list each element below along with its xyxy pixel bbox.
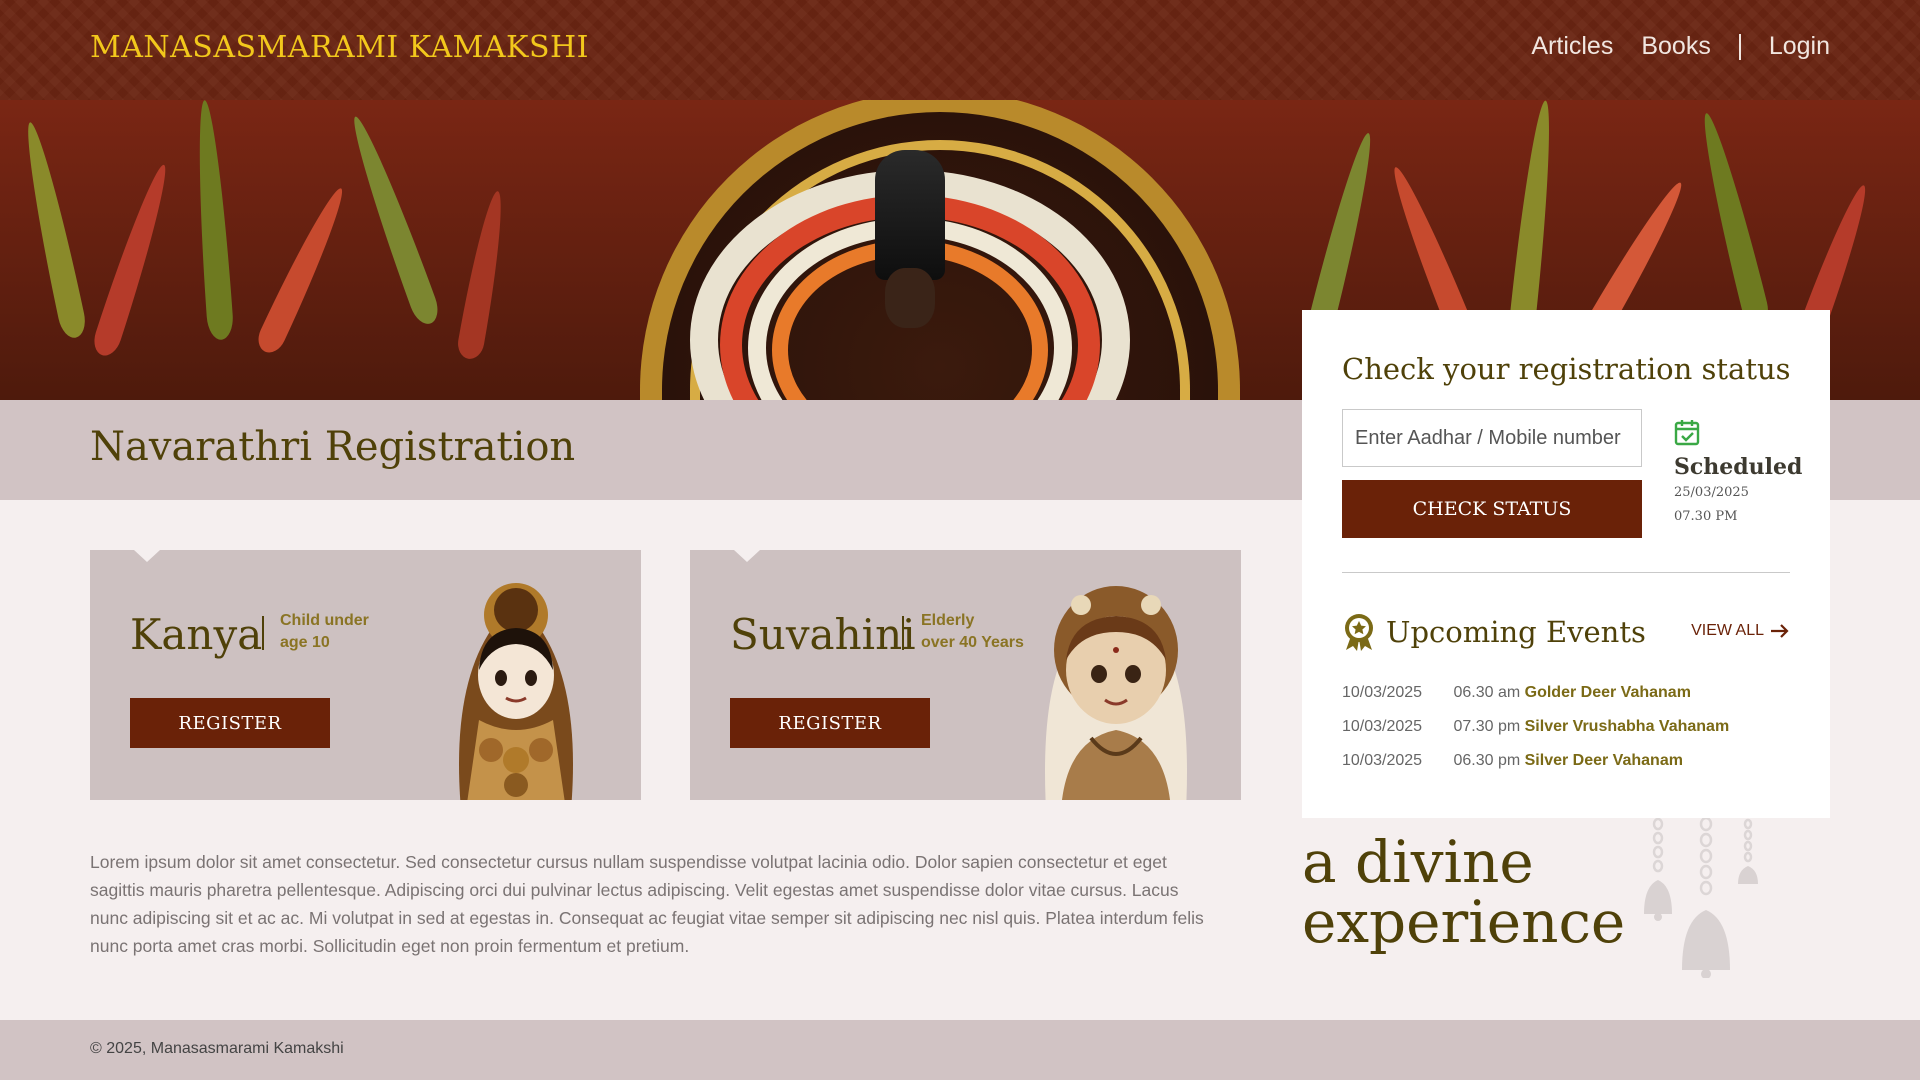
event-date: 10/03/2025 <box>1342 752 1423 769</box>
arrow-right-icon <box>1771 624 1789 638</box>
event-time: 06.30 am <box>1453 684 1521 701</box>
event-time: 06.30 pm <box>1453 752 1521 769</box>
main-nav: Articles Books Login <box>1531 32 1830 61</box>
description-text: Lorem ipsum dolor sit amet consectetur. … <box>90 852 1204 956</box>
card-subtitle-line1: Child under <box>280 612 369 629</box>
status-label: Scheduled <box>1674 454 1803 480</box>
tagline: a divine experience <box>1302 832 1625 952</box>
event-date: 10/03/2025 <box>1342 718 1423 735</box>
card-subtitle-line2: age 10 <box>280 634 330 651</box>
calendar-check-icon <box>1674 420 1700 446</box>
suvahini-register-button[interactable]: REGISTER <box>730 698 930 748</box>
events-title: Upcoming Events <box>1386 615 1646 649</box>
kanya-illustration <box>459 583 573 800</box>
suvahini-card: Suvahini Elderly over 40 Years REGISTER <box>690 550 1241 800</box>
card-notch <box>134 550 160 562</box>
site-footer: © 2025, Manasasmarami Kamakshi <box>0 1020 1920 1080</box>
check-status-button[interactable]: CHECK STATUS <box>1342 480 1642 538</box>
kanya-register-button[interactable]: REGISTER <box>130 698 330 748</box>
card-title: Kanya <box>130 610 263 659</box>
card-divider <box>262 616 264 650</box>
events-header: Upcoming Events <box>1342 612 1646 652</box>
registration-status-panel: Check your registration status CHECK STA… <box>1302 310 1830 818</box>
tagline-line2: experience <box>1302 888 1626 956</box>
event-time: 07.30 pm <box>1453 718 1521 735</box>
award-badge-icon <box>1345 614 1373 651</box>
nav-login[interactable]: Login <box>1769 32 1830 61</box>
nav-separator <box>1738 33 1741 60</box>
card-subtitle: Elderly over 40 Years <box>921 610 1024 654</box>
card-subtitle: Child under age 10 <box>280 610 369 654</box>
card-subtitle-line2: over 40 Years <box>921 634 1024 651</box>
status-time: 07.30 PM <box>1674 509 1738 524</box>
card-notch <box>734 550 760 562</box>
event-name: Silver Vrushabha Vahanam <box>1524 718 1730 735</box>
card-subtitle-line1: Elderly <box>921 612 975 629</box>
event-item[interactable]: 10/03/2025 06.30 pm Silver Deer Vahanam <box>1342 752 1729 786</box>
site-logo[interactable]: MANASASMARAMI KAMAKSHI <box>90 30 589 65</box>
temple-bells-icon <box>1644 818 1758 978</box>
nav-articles[interactable]: Articles <box>1531 32 1613 61</box>
event-name: Silver Deer Vahanam <box>1524 752 1683 769</box>
panel-divider <box>1342 572 1790 573</box>
status-date: 25/03/2025 <box>1674 485 1749 500</box>
card-divider <box>902 616 904 650</box>
event-name: Golder Deer Vahanam <box>1524 684 1691 701</box>
copyright-icon: © <box>90 1040 102 1057</box>
suvahini-illustration <box>1045 586 1187 800</box>
status-panel-title: Check your registration status <box>1342 352 1791 386</box>
site-header: MANASASMARAMI KAMAKSHI Articles Books Lo… <box>0 0 1920 100</box>
aadhar-mobile-input[interactable] <box>1342 409 1642 467</box>
footer-copyright-text: 2025, Manasasmarami Kamakshi <box>106 1040 344 1057</box>
tagline-line1: a divine <box>1302 828 1534 896</box>
card-title: Suvahini <box>730 610 916 659</box>
events-list: 10/03/2025 06.30 am Golder Deer Vahanam … <box>1342 684 1729 786</box>
view-all-link[interactable]: VIEW ALL <box>1691 622 1790 640</box>
nav-books[interactable]: Books <box>1641 32 1710 61</box>
kanya-card: Kanya Child under age 10 REGISTER <box>90 550 641 800</box>
view-all-label: VIEW ALL <box>1691 622 1764 639</box>
status-result: Scheduled 25/03/2025 07.30 PM <box>1674 418 1802 528</box>
page-title: Navarathri Registration <box>90 424 576 470</box>
event-item[interactable]: 10/03/2025 07.30 pm Silver Vrushabha Vah… <box>1342 718 1729 752</box>
footer-copyright: © 2025, Manasasmarami Kamakshi <box>90 1040 344 1058</box>
event-item[interactable]: 10/03/2025 06.30 am Golder Deer Vahanam <box>1342 684 1729 718</box>
event-date: 10/03/2025 <box>1342 684 1423 701</box>
